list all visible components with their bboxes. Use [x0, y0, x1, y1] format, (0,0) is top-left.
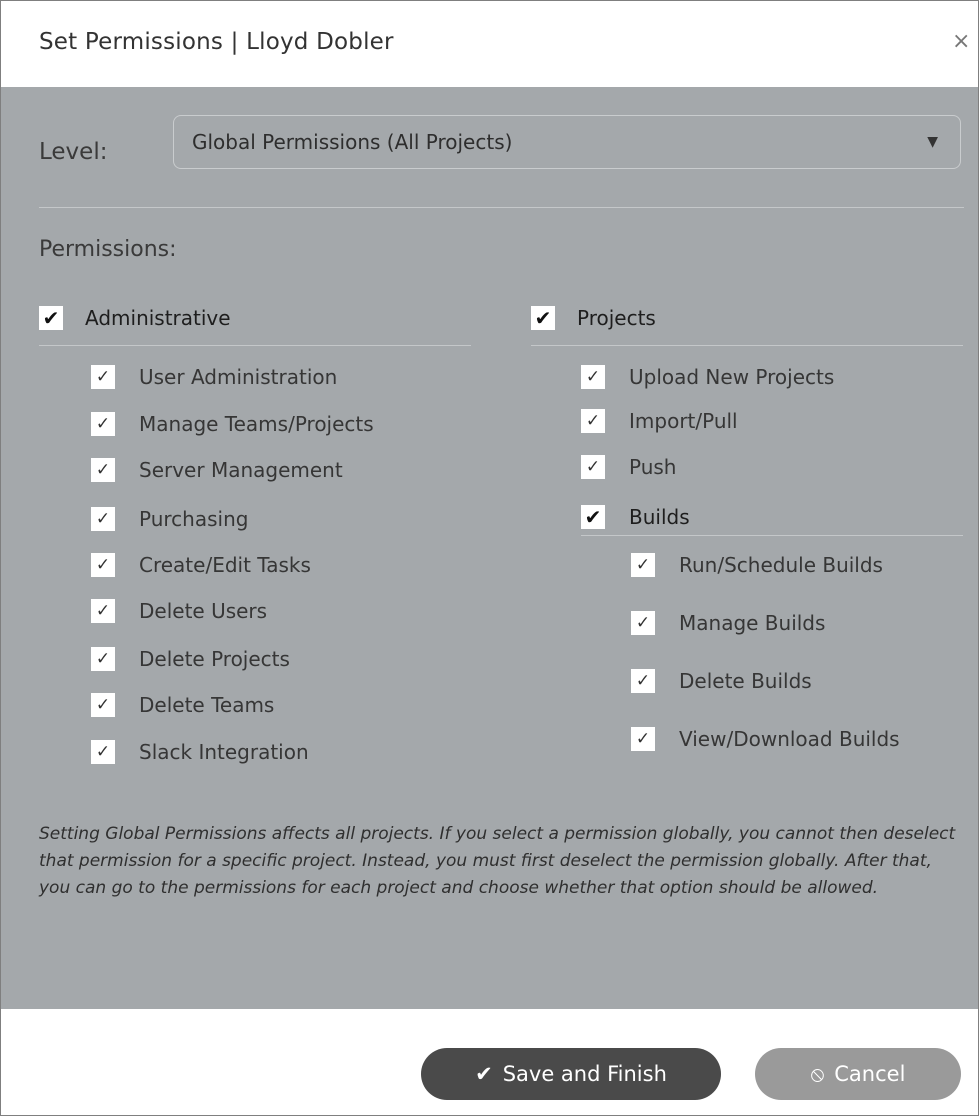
checkmark-icon: ✓ — [95, 741, 111, 762]
projects-divider — [531, 345, 963, 346]
permission-item-purchasing[interactable]: ✓ Purchasing — [91, 507, 248, 531]
checkmark-icon: ✓ — [635, 554, 651, 575]
administrative-checkbox[interactable]: ✔ — [39, 306, 63, 330]
level-divider — [39, 207, 964, 208]
checkbox[interactable]: ✓ — [91, 365, 115, 389]
checkmark-icon: ✓ — [585, 410, 601, 431]
permission-item-server-management[interactable]: ✓ Server Management — [91, 458, 343, 482]
permission-label: Manage Builds — [679, 611, 826, 635]
checkmark-icon: ✓ — [585, 366, 601, 387]
permission-label: Server Management — [139, 458, 343, 482]
dialog-header: Set Permissions | Lloyd Dobler × — [1, 1, 978, 87]
checkmark-icon: ✓ — [635, 670, 651, 691]
checkbox[interactable]: ✓ — [631, 611, 655, 635]
permission-item-delete-builds[interactable]: ✓ Delete Builds — [631, 669, 812, 693]
builds-checkbox[interactable]: ✔ — [581, 505, 605, 529]
cancel-label: Cancel — [834, 1062, 906, 1086]
level-select[interactable]: Global Permissions (All Projects) ▼ — [173, 115, 961, 169]
checkbox[interactable]: ✓ — [631, 669, 655, 693]
checkbox[interactable]: ✓ — [91, 740, 115, 764]
permission-item-import-pull[interactable]: ✓ Import/Pull — [581, 409, 738, 433]
permission-label: Import/Pull — [629, 409, 738, 433]
permission-item-run-schedule-builds[interactable]: ✓ Run/Schedule Builds — [631, 553, 883, 577]
checkmark-icon: ✓ — [635, 728, 651, 749]
administrative-label: Administrative — [85, 306, 231, 330]
permission-label: Push — [629, 455, 677, 479]
checkbox[interactable]: ✓ — [581, 409, 605, 433]
checkbox[interactable]: ✓ — [91, 693, 115, 717]
save-and-finish-button[interactable]: ✔ Save and Finish — [421, 1048, 721, 1100]
global-permissions-note: Setting Global Permissions affects all p… — [39, 824, 956, 898]
permission-label: View/Download Builds — [679, 727, 900, 751]
permission-item-view-download-builds[interactable]: ✓ View/Download Builds — [631, 727, 900, 751]
checkmark-icon: ✓ — [635, 612, 651, 633]
checkbox[interactable]: ✓ — [91, 599, 115, 623]
cancel-button[interactable]: ⦸ Cancel — [755, 1048, 961, 1100]
close-icon[interactable]: × — [952, 31, 970, 53]
dialog-title: Set Permissions | Lloyd Dobler — [39, 29, 394, 55]
checkbox[interactable]: ✓ — [581, 455, 605, 479]
save-and-finish-label: Save and Finish — [502, 1062, 667, 1086]
builds-label: Builds — [629, 505, 690, 529]
permission-label: Delete Builds — [679, 669, 812, 693]
permission-label: Delete Projects — [139, 647, 290, 671]
checkmark-icon: ✓ — [95, 508, 111, 529]
checkmark-icon: ✓ — [585, 456, 601, 477]
permission-item-manage-teams-projects[interactable]: ✓ Manage Teams/Projects — [91, 412, 374, 436]
permission-label: Delete Users — [139, 599, 268, 623]
checkmark-icon: ✔ — [534, 306, 552, 330]
permission-item-slack-integration[interactable]: ✓ Slack Integration — [91, 740, 309, 764]
permission-label: Upload New Projects — [629, 365, 835, 389]
checkmark-icon: ✓ — [95, 694, 111, 715]
administrative-checkbox-row[interactable]: ✔ Administrative — [39, 306, 231, 330]
checkmark-icon: ✔ — [584, 505, 602, 529]
checkmark-icon: ✓ — [95, 600, 111, 621]
level-label: Level: — [39, 139, 108, 165]
permission-item-user-administration[interactable]: ✓ User Administration — [91, 365, 337, 389]
level-select-value: Global Permissions (All Projects) — [192, 130, 513, 154]
checkbox[interactable]: ✓ — [91, 647, 115, 671]
checkbox[interactable]: ✓ — [631, 727, 655, 751]
permission-label: Create/Edit Tasks — [139, 553, 311, 577]
checkmark-icon: ✔ — [475, 1062, 493, 1086]
builds-divider — [581, 535, 963, 536]
checkbox[interactable]: ✓ — [91, 507, 115, 531]
permission-label: Delete Teams — [139, 693, 275, 717]
permission-item-delete-teams[interactable]: ✓ Delete Teams — [91, 693, 274, 717]
administrative-divider — [39, 345, 471, 346]
checkmark-icon: ✓ — [95, 459, 111, 480]
checkmark-icon: ✓ — [95, 366, 111, 387]
permission-item-create-edit-tasks[interactable]: ✓ Create/Edit Tasks — [91, 553, 311, 577]
chevron-down-icon: ▼ — [927, 134, 938, 150]
projects-checkbox[interactable]: ✔ — [531, 306, 555, 330]
permission-item-upload-new-projects[interactable]: ✓ Upload New Projects — [581, 365, 834, 389]
checkbox[interactable]: ✓ — [631, 553, 655, 577]
permissions-label: Permissions: — [39, 237, 177, 262]
checkmark-icon: ✔ — [42, 306, 60, 330]
permission-label: Slack Integration — [139, 740, 309, 764]
permission-label: User Administration — [139, 365, 338, 389]
permission-label: Run/Schedule Builds — [679, 553, 883, 577]
permission-item-manage-builds[interactable]: ✓ Manage Builds — [631, 611, 825, 635]
permission-label: Manage Teams/Projects — [139, 412, 374, 436]
checkbox[interactable]: ✓ — [91, 553, 115, 577]
permission-item-delete-users[interactable]: ✓ Delete Users — [91, 599, 267, 623]
projects-label: Projects — [577, 306, 656, 330]
permission-item-push[interactable]: ✓ Push — [581, 455, 676, 479]
permission-label: Purchasing — [139, 507, 249, 531]
checkmark-icon: ✓ — [95, 554, 111, 575]
cancel-icon: ⦸ — [810, 1061, 825, 1086]
builds-checkbox-row[interactable]: ✔ Builds — [581, 505, 690, 529]
checkbox[interactable]: ✓ — [581, 365, 605, 389]
set-permissions-dialog: Set Permissions | Lloyd Dobler × Level: … — [0, 0, 979, 1116]
checkbox[interactable]: ✓ — [91, 458, 115, 482]
projects-checkbox-row[interactable]: ✔ Projects — [531, 306, 656, 330]
checkmark-icon: ✓ — [95, 648, 111, 669]
permission-item-delete-projects[interactable]: ✓ Delete Projects — [91, 647, 290, 671]
checkmark-icon: ✓ — [95, 413, 111, 434]
dialog-body: Level: Global Permissions (All Projects)… — [1, 87, 978, 1009]
checkbox[interactable]: ✓ — [91, 412, 115, 436]
